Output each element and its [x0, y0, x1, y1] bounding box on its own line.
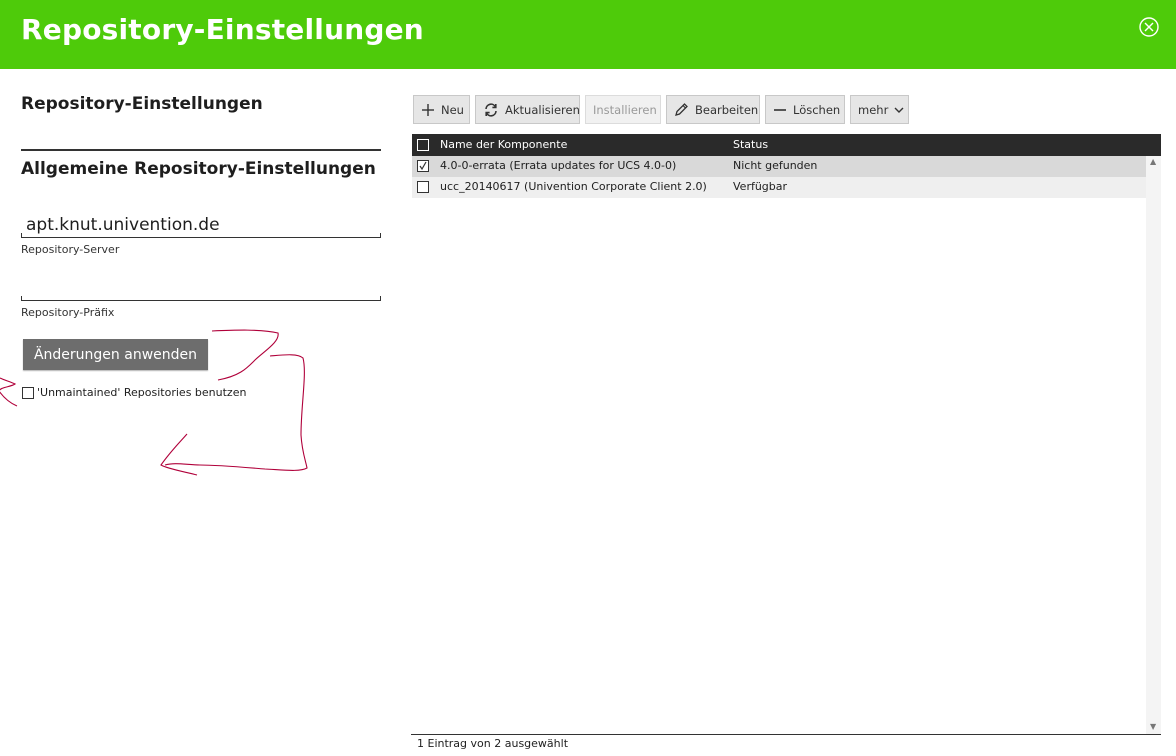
row-checkbox[interactable]	[417, 160, 429, 172]
new-button-label: Neu	[441, 102, 464, 117]
component-name: ucc_20140617 (Univention Corporate Clien…	[440, 180, 707, 193]
field-edge	[21, 233, 22, 238]
apply-changes-button[interactable]: Änderungen anwenden	[23, 339, 208, 370]
minus-icon	[774, 108, 786, 111]
section-title: Repository-Einstellungen	[21, 94, 263, 114]
dialog-header: Repository-Einstellungen	[0, 0, 1176, 69]
chevron-down-icon	[894, 107, 904, 113]
install-button-label: Installieren	[593, 102, 657, 117]
component-status: Nicht gefunden	[733, 159, 818, 172]
table-row[interactable]: ucc_20140617 (Univention Corporate Clien…	[412, 177, 1146, 198]
component-name: 4.0-0-errata (Errata updates for UCS 4.0…	[440, 159, 677, 172]
install-button[interactable]: Installieren	[585, 95, 661, 124]
repository-server-label: Repository-Server	[21, 243, 120, 256]
component-status: Verfügbar	[733, 180, 788, 193]
subsection-title: Allgemeine Repository-Einstellungen	[21, 159, 376, 179]
delete-button[interactable]: Löschen	[765, 95, 845, 124]
scroll-up-icon[interactable]: ▲	[1150, 157, 1156, 166]
selection-status: 1 Eintrag von 2 ausgewählt	[417, 737, 569, 750]
repository-server-input[interactable]	[21, 212, 381, 238]
grid-footer-divider	[411, 734, 1161, 735]
unmaintained-label: 'Unmaintained' Repositories benutzen	[37, 386, 247, 399]
select-all-checkbox[interactable]	[417, 139, 429, 151]
new-button[interactable]: Neu	[413, 95, 470, 124]
refresh-icon	[485, 102, 497, 117]
delete-button-label: Löschen	[793, 102, 841, 117]
grid-scrollbar[interactable]	[1146, 156, 1161, 734]
close-icon[interactable]	[1138, 16, 1160, 38]
refresh-button[interactable]: Aktualisieren	[475, 95, 580, 124]
more-dropdown[interactable]: mehr	[850, 95, 909, 124]
plus-icon	[422, 103, 434, 116]
field-edge	[380, 296, 381, 301]
column-header-name[interactable]: Name der Komponente	[440, 138, 567, 151]
scroll-down-icon[interactable]: ▼	[1150, 722, 1156, 731]
column-header-status[interactable]: Status	[733, 138, 768, 151]
field-edge	[380, 233, 381, 238]
row-checkbox[interactable]	[417, 181, 429, 193]
more-button-label: mehr	[858, 102, 889, 117]
edit-button-label: Bearbeiten	[695, 102, 759, 117]
repository-prefix-input[interactable]	[21, 275, 381, 301]
table-row[interactable]: 4.0-0-errata (Errata updates for UCS 4.0…	[412, 156, 1146, 177]
section-divider	[21, 149, 381, 151]
refresh-button-label: Aktualisieren	[505, 102, 580, 117]
edit-button[interactable]: Bearbeiten	[666, 95, 760, 124]
pencil-icon	[675, 103, 688, 116]
checkmark-icon	[419, 161, 427, 171]
dialog-title: Repository-Einstellungen	[21, 13, 424, 46]
component-grid	[412, 156, 1161, 734]
unmaintained-checkbox[interactable]	[22, 387, 34, 399]
repository-prefix-label: Repository-Präfix	[21, 306, 115, 319]
field-edge	[21, 296, 22, 301]
grid-header: Name der Komponente Status	[412, 134, 1161, 156]
